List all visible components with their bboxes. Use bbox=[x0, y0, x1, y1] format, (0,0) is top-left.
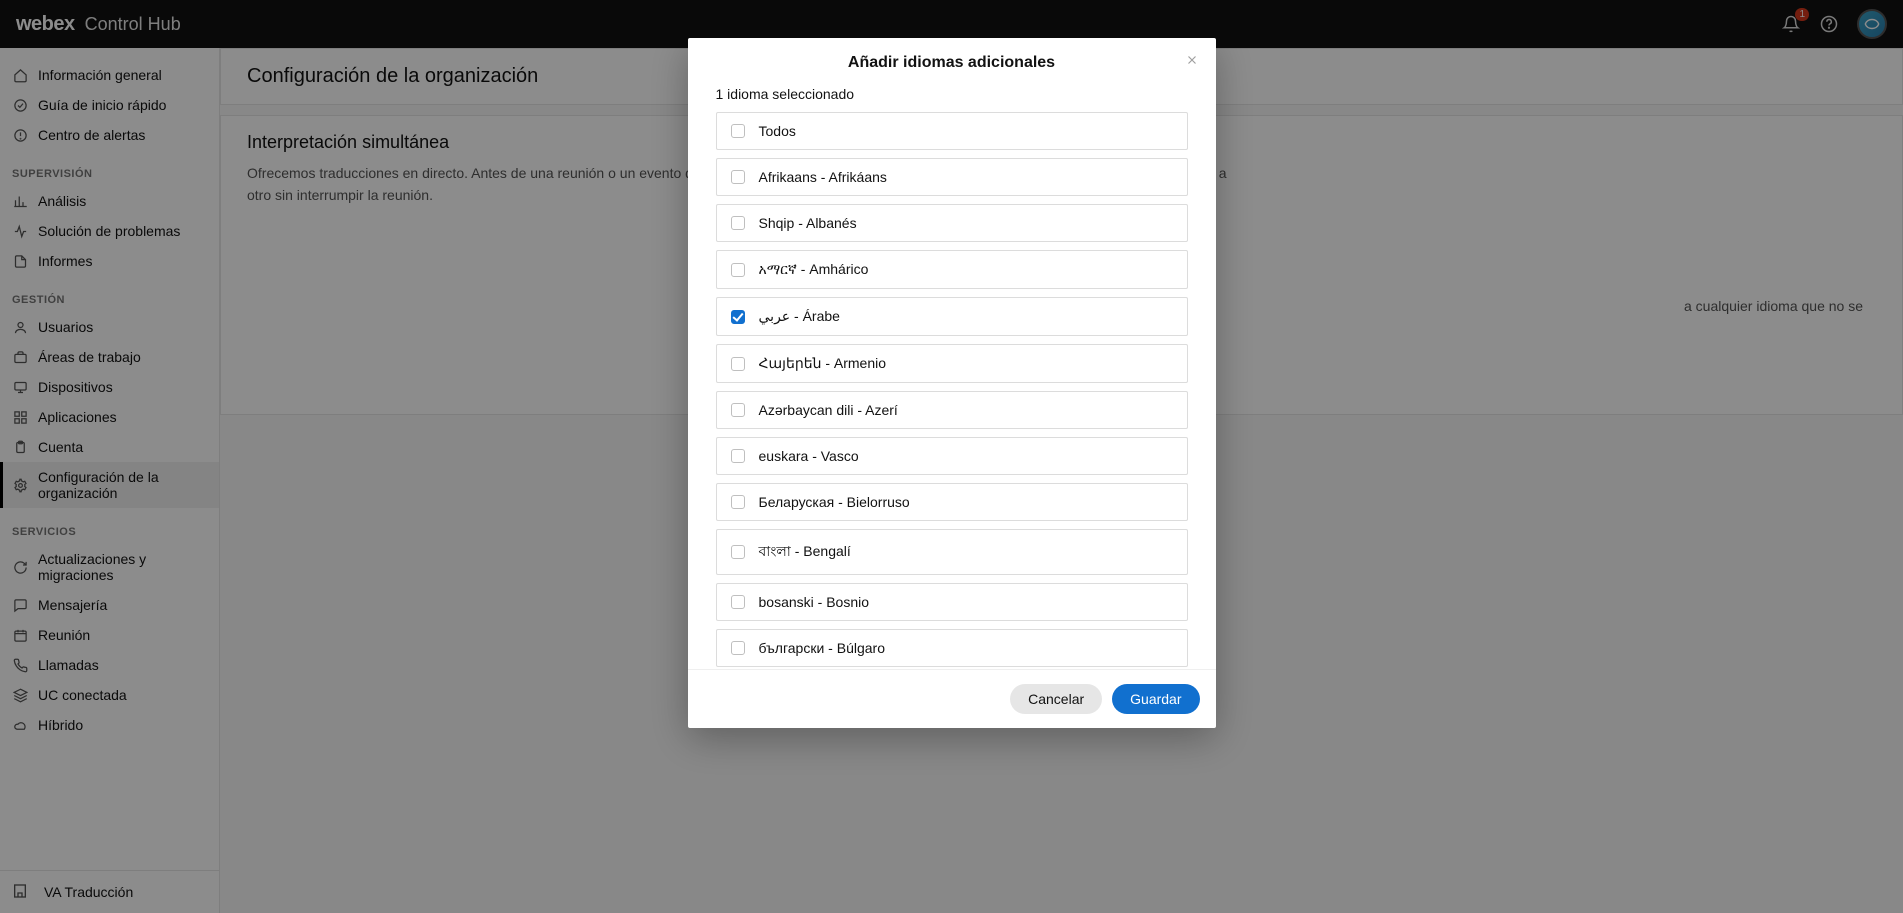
language-label: Azərbaycan dili - Azerí bbox=[759, 402, 898, 418]
save-button[interactable]: Guardar bbox=[1112, 684, 1199, 714]
language-option[interactable]: Shqip - Albanés bbox=[716, 204, 1188, 242]
language-checkbox[interactable] bbox=[731, 495, 745, 509]
modal-body[interactable]: Todos Afrikaans - Afrikáans Shqip - Albané… bbox=[688, 112, 1216, 669]
language-checkbox[interactable] bbox=[731, 403, 745, 417]
language-checkbox[interactable] bbox=[731, 310, 745, 324]
modal-close-button[interactable] bbox=[1182, 50, 1202, 70]
language-checkbox[interactable] bbox=[731, 124, 745, 138]
language-option[interactable]: አማርኛ - Amhárico bbox=[716, 250, 1188, 289]
language-label: bosanski - Bosnio bbox=[759, 594, 870, 610]
add-languages-modal: Añadir idiomas adicionales 1 idioma sele… bbox=[688, 38, 1216, 728]
language-option[interactable]: Հայերեն - Armenio bbox=[716, 344, 1188, 383]
language-label: euskara - Vasco bbox=[759, 448, 859, 464]
language-label: Беларуская - Bielorruso bbox=[759, 494, 910, 510]
language-label: Shqip - Albanés bbox=[759, 215, 857, 231]
language-option[interactable]: bosanski - Bosnio bbox=[716, 583, 1188, 621]
modal-header: Añadir idiomas adicionales bbox=[688, 38, 1216, 80]
language-option[interactable]: Afrikaans - Afrikáans bbox=[716, 158, 1188, 196]
modal-subtitle: 1 idioma seleccionado bbox=[688, 80, 1216, 112]
language-checkbox[interactable] bbox=[731, 216, 745, 230]
language-checkbox[interactable] bbox=[731, 263, 745, 277]
language-option[interactable]: Azərbaycan dili - Azerí bbox=[716, 391, 1188, 429]
language-option[interactable]: Беларуская - Bielorruso bbox=[716, 483, 1188, 521]
cancel-button[interactable]: Cancelar bbox=[1010, 684, 1102, 714]
language-label: Todos bbox=[759, 123, 796, 139]
language-label: عربي - Árabe bbox=[759, 308, 840, 325]
language-checkbox[interactable] bbox=[731, 449, 745, 463]
language-checkbox[interactable] bbox=[731, 595, 745, 609]
language-label: Afrikaans - Afrikáans bbox=[759, 169, 887, 185]
language-option[interactable]: বাংলা - Bengalí bbox=[716, 529, 1188, 575]
language-checkbox[interactable] bbox=[731, 170, 745, 184]
language-label: বাংলা - Bengalí bbox=[759, 540, 851, 564]
language-option[interactable]: عربي - Árabe bbox=[716, 297, 1188, 336]
language-option[interactable]: български - Búlgaro bbox=[716, 629, 1188, 667]
language-label: Հայերեն - Armenio bbox=[759, 355, 887, 372]
language-checkbox[interactable] bbox=[731, 641, 745, 655]
language-label: አማርኛ - Amhárico bbox=[759, 261, 869, 278]
language-option[interactable]: Todos bbox=[716, 112, 1188, 150]
language-checkbox[interactable] bbox=[731, 545, 745, 559]
modal-title: Añadir idiomas adicionales bbox=[848, 54, 1055, 71]
language-checkbox[interactable] bbox=[731, 357, 745, 371]
language-label: български - Búlgaro bbox=[759, 640, 886, 656]
modal-footer: Cancelar Guardar bbox=[688, 669, 1216, 728]
language-option[interactable]: euskara - Vasco bbox=[716, 437, 1188, 475]
close-icon bbox=[1185, 53, 1199, 67]
